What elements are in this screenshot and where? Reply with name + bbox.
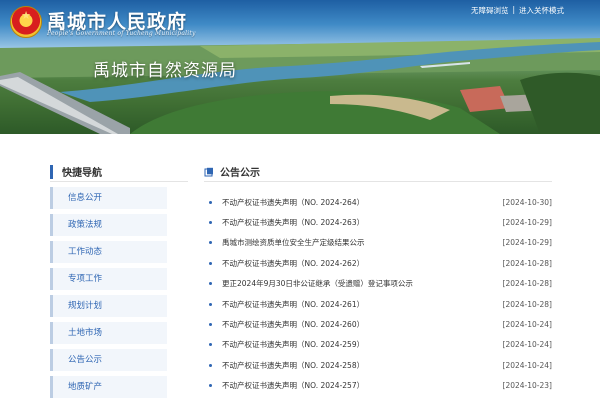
announcements-header: 公告公示 <box>204 162 552 182</box>
list-item[interactable]: 不动产权证书遗失声明（NO. 2024-261） [2024-10-28] <box>204 294 552 314</box>
bullet-icon <box>209 241 212 245</box>
bullet-icon <box>209 363 212 367</box>
list-item-title[interactable]: 不动产权证书遗失声明（NO. 2024-257） <box>222 380 503 391</box>
nav-item-planning[interactable]: 规划计划 <box>50 295 167 317</box>
bullet-icon <box>209 302 212 306</box>
list-item-date: [2024-10-24] <box>502 320 552 330</box>
nav-item-announcements[interactable]: 公告公示 <box>50 349 167 371</box>
list-item-title[interactable]: 不动产权证书遗失声明（NO. 2024-264） <box>222 197 503 208</box>
list-item-title[interactable]: 不动产权证书遗失声明（NO. 2024-260） <box>222 319 503 330</box>
accessible-browsing-link[interactable]: 无障碍浏览 <box>471 5 509 16</box>
list-item-date: [2024-10-23] <box>502 381 552 391</box>
list-item-title[interactable]: 不动产权证书遗失声明（NO. 2024-258） <box>222 360 503 371</box>
national-emblem-icon <box>10 6 42 38</box>
quick-navigation-title: 快捷导航 <box>62 168 102 179</box>
announcements-section: 公告公示 不动产权证书遗失声明（NO. 2024-264） [2024-10-30… <box>204 162 552 396</box>
bullet-icon <box>209 323 212 327</box>
bullet-icon <box>209 282 212 286</box>
list-item-date: [2024-10-28] <box>502 258 552 268</box>
list-item[interactable]: 不动产权证书遗失声明（NO. 2024-263） [2024-10-29] <box>204 212 552 232</box>
list-item[interactable]: 禹城市测绘资质单位安全生产定级结果公示 [2024-10-29] <box>204 233 552 253</box>
quick-navigation: 快捷导航 信息公开 政策法规 工作动态 专项工作 规划计划 土地市场 公告公示 … <box>50 162 188 403</box>
list-item[interactable]: 更正2024年9月30日非公证继承（受遗赠）登记事项公示 [2024-10-28] <box>204 274 552 294</box>
bullet-icon <box>209 384 212 388</box>
top-links-separator: | <box>512 5 515 14</box>
list-item-title[interactable]: 不动产权证书遗失声明（NO. 2024-262） <box>222 258 503 269</box>
top-links: 无障碍浏览 | 进入关怀模式 <box>471 5 564 16</box>
list-item[interactable]: 不动产权证书遗失声明（NO. 2024-260） [2024-10-24] <box>204 314 552 334</box>
list-item-date: [2024-10-29] <box>502 238 552 248</box>
list-item-title[interactable]: 更正2024年9月30日非公证继承（受遗赠）登记事项公示 <box>222 278 503 289</box>
nav-item-policies[interactable]: 政策法规 <box>50 214 167 236</box>
nav-item-info-disclosure[interactable]: 信息公开 <box>50 187 167 209</box>
quick-navigation-list: 信息公开 政策法规 工作动态 专项工作 规划计划 土地市场 公告公示 地质矿产 <box>50 187 188 398</box>
announcements-title: 公告公示 <box>220 168 260 179</box>
nav-item-land-market[interactable]: 土地市场 <box>50 322 167 344</box>
list-item-date: [2024-10-30] <box>502 197 552 207</box>
government-subtitle: People's Government of Yucheng Municipal… <box>47 30 196 37</box>
list-item-date: [2024-10-28] <box>502 279 552 289</box>
section-marker <box>50 164 53 179</box>
department-title: 禹城市自然资源局 <box>93 61 237 81</box>
announcement-list: 不动产权证书遗失声明（NO. 2024-264） [2024-10-30] 不动产… <box>204 192 552 396</box>
bullet-icon <box>209 200 212 204</box>
bullet-icon <box>209 343 212 347</box>
list-item-date: [2024-10-24] <box>502 360 552 370</box>
announcement-icon <box>204 167 213 176</box>
list-item[interactable]: 不动产权证书遗失声明（NO. 2024-259） [2024-10-24] <box>204 335 552 355</box>
nav-item-geology-minerals[interactable]: 地质矿产 <box>50 376 167 398</box>
bullet-icon <box>209 261 212 265</box>
list-item[interactable]: 不动产权证书遗失声明（NO. 2024-258） [2024-10-24] <box>204 355 552 375</box>
header-banner: 禹城市人民政府 People's Government of Yucheng M… <box>0 0 600 134</box>
quick-navigation-header: 快捷导航 <box>50 162 188 182</box>
list-item-date: [2024-10-24] <box>502 340 552 350</box>
list-item-date: [2024-10-29] <box>502 218 552 228</box>
list-item[interactable]: 不动产权证书遗失声明（NO. 2024-264） [2024-10-30] <box>204 192 552 212</box>
list-item-title[interactable]: 不动产权证书遗失声明（NO. 2024-263） <box>222 217 503 228</box>
list-item[interactable]: 不动产权证书遗失声明（NO. 2024-257） [2024-10-23] <box>204 376 552 396</box>
list-item-title[interactable]: 不动产权证书遗失声明（NO. 2024-261） <box>222 299 503 310</box>
list-item-title[interactable]: 不动产权证书遗失声明（NO. 2024-259） <box>222 339 503 350</box>
list-item-title[interactable]: 禹城市测绘资质单位安全生产定级结果公示 <box>222 237 503 248</box>
list-item[interactable]: 不动产权证书遗失声明（NO. 2024-262） [2024-10-28] <box>204 253 552 273</box>
nav-item-special-work[interactable]: 专项工作 <box>50 268 167 290</box>
nav-item-work-news[interactable]: 工作动态 <box>50 241 167 263</box>
list-item-date: [2024-10-28] <box>502 299 552 309</box>
bullet-icon <box>209 221 212 225</box>
elderly-care-mode-link[interactable]: 进入关怀模式 <box>519 5 564 16</box>
